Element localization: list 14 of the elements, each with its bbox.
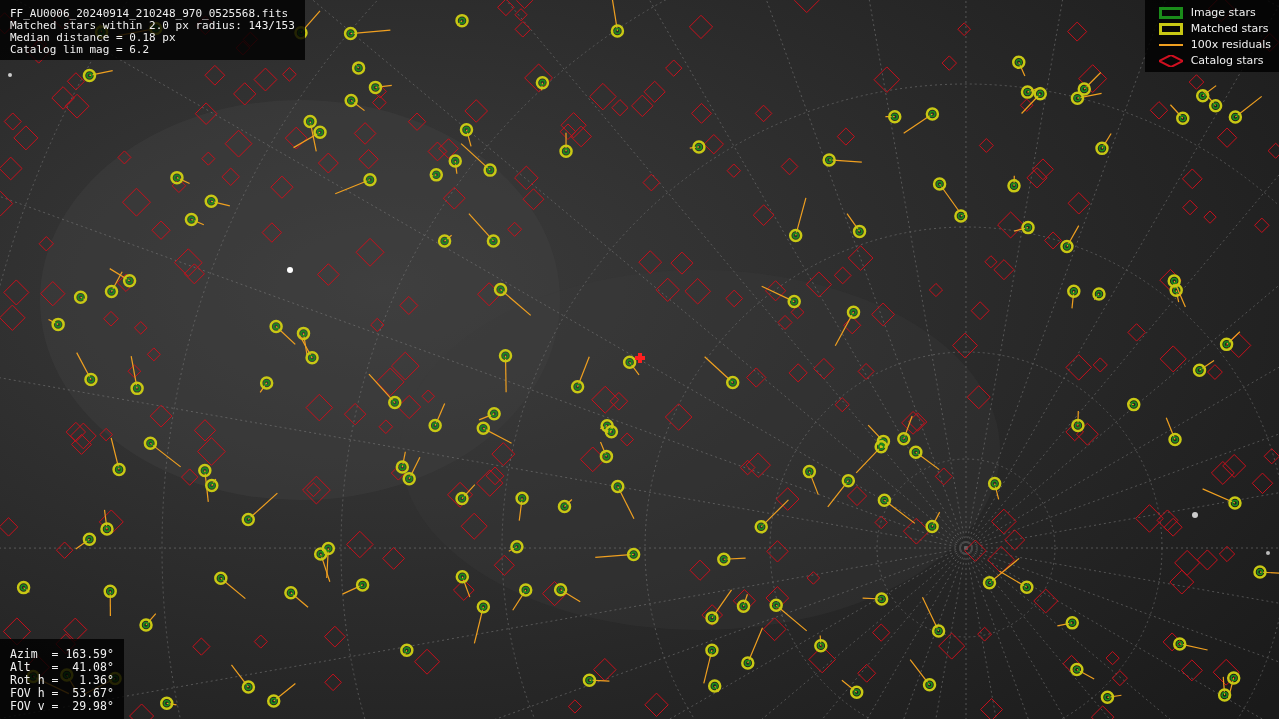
legend-label: Catalog stars: [1190, 54, 1264, 68]
pointing-line: Azim = 163.59°: [10, 648, 114, 661]
pointing-line: FOV h = 53.67°: [10, 687, 114, 700]
pointing-line: Alt = 41.08°: [10, 661, 114, 674]
info-line: Matched stars within 2.0 px radius: 143/153: [10, 20, 295, 32]
legend-label: 100x residuals: [1190, 38, 1271, 52]
info-line: Catalog lim mag = 6.2: [10, 44, 151, 56]
info-line: FF_AU0006_20240914_210248_970_0525568.fits: [10, 8, 290, 20]
center-cross-icon: [635, 353, 645, 363]
pointing-line: Rot h = 1.36°: [10, 674, 114, 687]
pointing-line: FOV v = 29.98°: [10, 700, 114, 713]
info-line: Median distance = 0.18 px: [10, 32, 177, 44]
legend-label: Matched stars: [1190, 22, 1269, 36]
legend-label: Image stars: [1190, 6, 1256, 20]
